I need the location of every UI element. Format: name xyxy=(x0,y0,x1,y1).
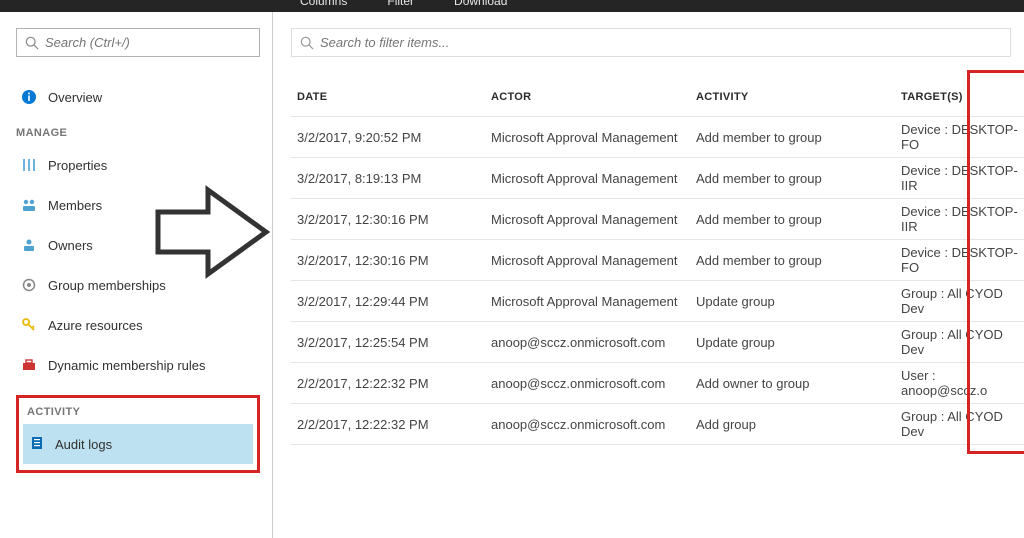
sidebar-search[interactable] xyxy=(16,28,260,57)
cell-activity: Add member to group xyxy=(696,212,901,227)
cell-activity: Update group xyxy=(696,335,901,350)
manage-section-label: MANAGE xyxy=(16,127,260,139)
info-icon xyxy=(20,88,38,106)
cell-target: User : anoop@sccz.o xyxy=(901,368,1024,398)
sidebar-item-label: Members xyxy=(48,198,102,213)
cell-date: 2/2/2017, 12:22:32 PM xyxy=(291,376,491,391)
columns-button[interactable]: Columns xyxy=(300,0,347,8)
table-row[interactable]: 3/2/2017, 12:30:16 PMMicrosoft Approval … xyxy=(291,240,1024,281)
table-row[interactable]: 3/2/2017, 12:29:44 PMMicrosoft Approval … xyxy=(291,281,1024,322)
cell-date: 3/2/2017, 9:20:52 PM xyxy=(291,130,491,145)
sidebar-item-dynamic-rules[interactable]: Dynamic membership rules xyxy=(16,345,260,385)
members-icon xyxy=(20,196,38,214)
cell-actor: anoop@sccz.onmicrosoft.com xyxy=(491,417,696,432)
cell-actor: Microsoft Approval Management xyxy=(491,294,696,309)
sidebar-item-members[interactable]: Members xyxy=(16,185,260,225)
properties-icon xyxy=(20,156,38,174)
cell-actor: Microsoft Approval Management xyxy=(491,253,696,268)
activity-section-highlight: ACTIVITY Audit logs xyxy=(16,395,260,473)
audit-log-grid: DATE ACTOR ACTIVITY TARGET(S) 3/2/2017, … xyxy=(291,77,1024,445)
cell-target: Device : DESKTOP-FO xyxy=(901,122,1024,152)
table-row[interactable]: 2/2/2017, 12:22:32 PManoop@sccz.onmicros… xyxy=(291,363,1024,404)
cell-target: Device : DESKTOP-FO xyxy=(901,245,1024,275)
col-header-target[interactable]: TARGET(S) xyxy=(901,91,1024,103)
cell-date: 3/2/2017, 12:30:16 PM xyxy=(291,253,491,268)
cell-target: Group : All CYOD Dev xyxy=(901,286,1024,316)
sidebar-item-audit-logs[interactable]: Audit logs xyxy=(23,424,253,464)
cell-date: 3/2/2017, 8:19:13 PM xyxy=(291,171,491,186)
sidebar-item-label: Owners xyxy=(48,238,93,253)
filter-button[interactable]: Filter xyxy=(387,0,414,8)
cell-actor: Microsoft Approval Management xyxy=(491,171,696,186)
sidebar-overview-label: Overview xyxy=(48,90,102,105)
cell-actor: Microsoft Approval Management xyxy=(491,130,696,145)
cell-activity: Update group xyxy=(696,294,901,309)
cell-target: Group : All CYOD Dev xyxy=(901,409,1024,439)
sidebar-item-group-memberships[interactable]: Group memberships xyxy=(16,265,260,305)
col-header-actor[interactable]: ACTOR xyxy=(491,91,696,103)
cell-date: 3/2/2017, 12:25:54 PM xyxy=(291,335,491,350)
sidebar-item-azure-resources[interactable]: Azure resources xyxy=(16,305,260,345)
cell-date: 3/2/2017, 12:30:16 PM xyxy=(291,212,491,227)
cell-target: Device : DESKTOP-IIR xyxy=(901,163,1024,193)
cell-target: Device : DESKTOP-IIR xyxy=(901,204,1024,234)
search-icon xyxy=(300,36,314,50)
log-icon xyxy=(29,435,45,454)
cell-activity: Add member to group xyxy=(696,171,901,186)
cell-actor: Microsoft Approval Management xyxy=(491,212,696,227)
gear-icon xyxy=(20,276,38,294)
table-row[interactable]: 3/2/2017, 9:20:52 PMMicrosoft Approval M… xyxy=(291,117,1024,158)
table-row[interactable]: 3/2/2017, 8:19:13 PMMicrosoft Approval M… xyxy=(291,158,1024,199)
cell-activity: Add group xyxy=(696,417,901,432)
top-command-bar: Columns Filter Download xyxy=(0,0,1024,12)
sidebar-overview[interactable]: Overview xyxy=(16,77,260,117)
owners-icon xyxy=(20,236,38,254)
sidebar-item-label: Group memberships xyxy=(48,278,166,293)
sidebar-item-label: Dynamic membership rules xyxy=(48,358,206,373)
cell-date: 3/2/2017, 12:29:44 PM xyxy=(291,294,491,309)
activity-section-label: ACTIVITY xyxy=(27,406,253,418)
grid-filter[interactable] xyxy=(291,28,1011,57)
sidebar: Overview MANAGE Properties Members Owner… xyxy=(0,12,273,538)
grid-header: DATE ACTOR ACTIVITY TARGET(S) xyxy=(291,77,1024,117)
cell-activity: Add member to group xyxy=(696,253,901,268)
cell-actor: anoop@sccz.onmicrosoft.com xyxy=(491,376,696,391)
table-row[interactable]: 2/2/2017, 12:22:32 PManoop@sccz.onmicros… xyxy=(291,404,1024,445)
col-header-date[interactable]: DATE xyxy=(291,91,491,103)
sidebar-item-properties[interactable]: Properties xyxy=(16,145,260,185)
cell-actor: anoop@sccz.onmicrosoft.com xyxy=(491,335,696,350)
cell-activity: Add member to group xyxy=(696,130,901,145)
cell-target: Group : All CYOD Dev xyxy=(901,327,1024,357)
cell-date: 2/2/2017, 12:22:32 PM xyxy=(291,417,491,432)
col-header-activity[interactable]: ACTIVITY xyxy=(696,91,901,103)
sidebar-item-owners[interactable]: Owners xyxy=(16,225,260,265)
key-icon xyxy=(20,316,38,334)
toolbox-icon xyxy=(20,356,38,374)
sidebar-search-input[interactable] xyxy=(45,35,251,50)
cell-activity: Add owner to group xyxy=(696,376,901,391)
sidebar-item-label: Azure resources xyxy=(48,318,143,333)
sidebar-item-label: Properties xyxy=(48,158,107,173)
table-row[interactable]: 3/2/2017, 12:25:54 PManoop@sccz.onmicros… xyxy=(291,322,1024,363)
download-button[interactable]: Download xyxy=(454,0,507,8)
grid-filter-input[interactable] xyxy=(320,35,1002,50)
search-icon xyxy=(25,36,39,50)
table-row[interactable]: 3/2/2017, 12:30:16 PMMicrosoft Approval … xyxy=(291,199,1024,240)
sidebar-item-label: Audit logs xyxy=(55,437,112,452)
main-panel: DATE ACTOR ACTIVITY TARGET(S) 3/2/2017, … xyxy=(273,12,1024,538)
